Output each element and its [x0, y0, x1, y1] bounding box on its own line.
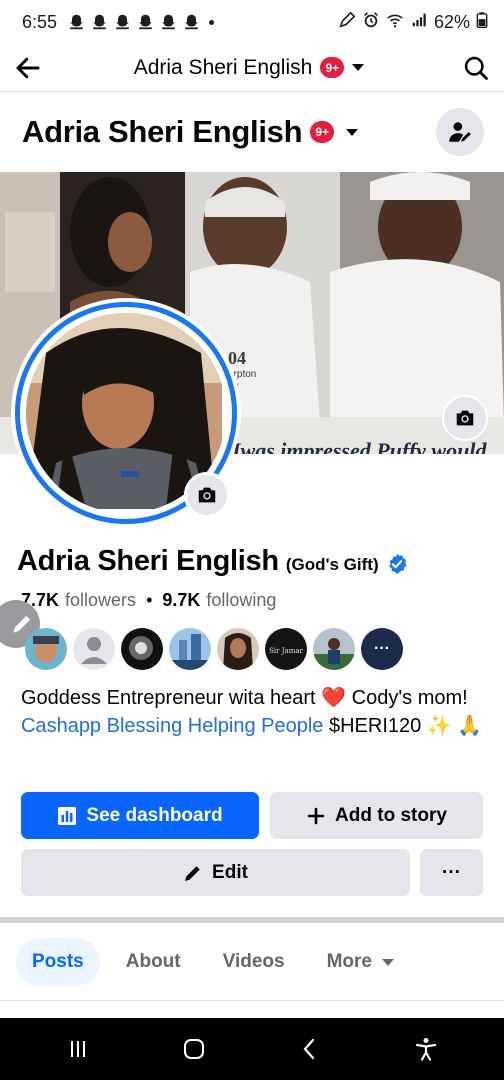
notification-badge: 9+ — [320, 57, 345, 78]
pencil-icon — [185, 865, 200, 881]
profile-bio: Goddess Entrepreneur wita heart ❤️ Cody'… — [21, 684, 491, 740]
battery-percent: 62% — [433, 11, 470, 32]
alarm-icon — [362, 11, 380, 34]
praying-hands-emoji: 🙏 — [457, 715, 483, 737]
search-icon — [464, 56, 488, 80]
bio-text: Goddess Entrepreneur wita heart — [21, 687, 316, 709]
notification-icons — [67, 13, 201, 31]
chevron-down-icon — [382, 958, 394, 966]
snapchat-icon — [159, 13, 178, 31]
status-time: 6:55 — [22, 11, 58, 32]
system-status: 62% — [338, 11, 488, 34]
bio-link[interactable]: Cashapp Blessing Helping People — [21, 715, 323, 737]
accessibility-icon[interactable] — [413, 1036, 439, 1062]
plus-icon — [307, 807, 325, 824]
bio-text: Cody's mom! — [351, 687, 468, 709]
svg-text:Sir Jamar: Sir Jamar — [269, 647, 303, 655]
edit-profile-button[interactable]: Edit — [21, 849, 410, 896]
see-all-friends-button[interactable]: ··· — [361, 628, 403, 670]
profile-settings-button[interactable] — [436, 108, 484, 156]
tab-videos[interactable]: Videos — [207, 938, 301, 986]
profile-name-row: Adria Sheri English (God's Gift) — [17, 545, 408, 578]
followers-label[interactable]: followers — [65, 590, 136, 611]
friends-avatars[interactable]: Sir Jamar ··· — [25, 628, 403, 670]
profile-title-row: Adria Sheri English 9+ — [0, 96, 504, 168]
tab-label: More — [326, 951, 372, 972]
home-icon[interactable] — [181, 1036, 207, 1062]
battery-icon — [476, 11, 488, 34]
snapchat-icon — [136, 13, 155, 31]
chevron-down-icon[interactable] — [346, 128, 359, 136]
tab-more[interactable]: More — [311, 938, 410, 986]
following-count[interactable]: 9.7K — [162, 590, 200, 611]
dashboard-icon — [58, 806, 77, 825]
person-edit-icon — [449, 122, 471, 142]
back-button[interactable] — [0, 44, 56, 92]
snapchat-icon — [67, 13, 86, 31]
alternate-name: (God's Gift) — [285, 554, 379, 574]
search-button[interactable] — [448, 44, 504, 92]
app-header: Adria Sheri English 9+ — [0, 44, 504, 92]
more-options-button[interactable]: ··· — [420, 849, 483, 896]
snapchat-icon — [182, 13, 201, 31]
snapchat-icon — [113, 13, 132, 31]
friend-avatar[interactable] — [169, 628, 211, 670]
signal-icon — [410, 11, 428, 34]
heart-emoji: ❤️ — [321, 687, 347, 709]
see-dashboard-label: See dashboard — [86, 804, 223, 826]
recent-apps-icon[interactable] — [65, 1036, 91, 1062]
tab-posts[interactable]: Posts — [16, 938, 100, 986]
profile-name: Adria Sheri English — [17, 545, 279, 577]
friend-avatar[interactable]: Sir Jamar — [265, 628, 307, 670]
tab-label: About — [125, 951, 181, 972]
wifi-icon — [386, 11, 404, 34]
status-bar: 6:55 62% — [0, 0, 504, 44]
tab-about[interactable]: About — [110, 938, 197, 986]
header-title: Adria Sheri English — [133, 55, 313, 79]
tabs-divider — [0, 1000, 504, 1001]
sparkles-emoji: ✨ — [426, 715, 452, 737]
edit-profile-picture-button[interactable] — [184, 472, 230, 518]
verified-badge-icon — [388, 553, 407, 574]
back-arrow-icon — [16, 57, 40, 78]
friend-avatar[interactable] — [217, 628, 259, 670]
friend-avatar[interactable] — [73, 628, 115, 670]
profile-tabs: Posts About Videos More — [16, 938, 420, 986]
friend-avatar[interactable] — [25, 628, 67, 670]
chevron-down-icon — [352, 64, 365, 71]
add-to-story-label: Add to story — [335, 804, 447, 826]
pen-icon — [338, 11, 356, 34]
stats-separator: • — [146, 590, 153, 610]
tab-label: Videos — [222, 951, 285, 972]
section-divider — [0, 917, 504, 923]
follow-stats: 7.7K followers • 9.7K following — [21, 590, 276, 611]
more-notifications-dot — [209, 19, 215, 25]
add-to-story-button[interactable]: Add to story — [270, 792, 483, 839]
cover-caption: Iwas impressed Puffy would — [231, 438, 487, 454]
snapchat-icon — [90, 13, 109, 31]
bio-text: $HERI120 — [328, 715, 422, 737]
friend-avatar[interactable] — [313, 628, 355, 670]
more-dots-icon: ··· — [442, 861, 461, 883]
header-profile-switcher[interactable]: Adria Sheri English 9+ — [56, 56, 448, 80]
friend-avatar[interactable] — [121, 628, 163, 670]
profile-title[interactable]: Adria Sheri English — [22, 114, 303, 150]
notification-badge: 9+ — [310, 121, 335, 143]
camera-icon — [198, 487, 216, 503]
camera-icon — [456, 410, 474, 426]
edit-cover-button[interactable] — [442, 395, 488, 441]
tab-label: Posts — [32, 951, 84, 972]
see-dashboard-button[interactable]: See dashboard — [21, 792, 259, 839]
system-navigation-bar — [0, 1018, 504, 1080]
back-icon[interactable] — [297, 1036, 323, 1062]
edit-label: Edit — [212, 861, 248, 883]
following-label[interactable]: following — [206, 590, 276, 611]
